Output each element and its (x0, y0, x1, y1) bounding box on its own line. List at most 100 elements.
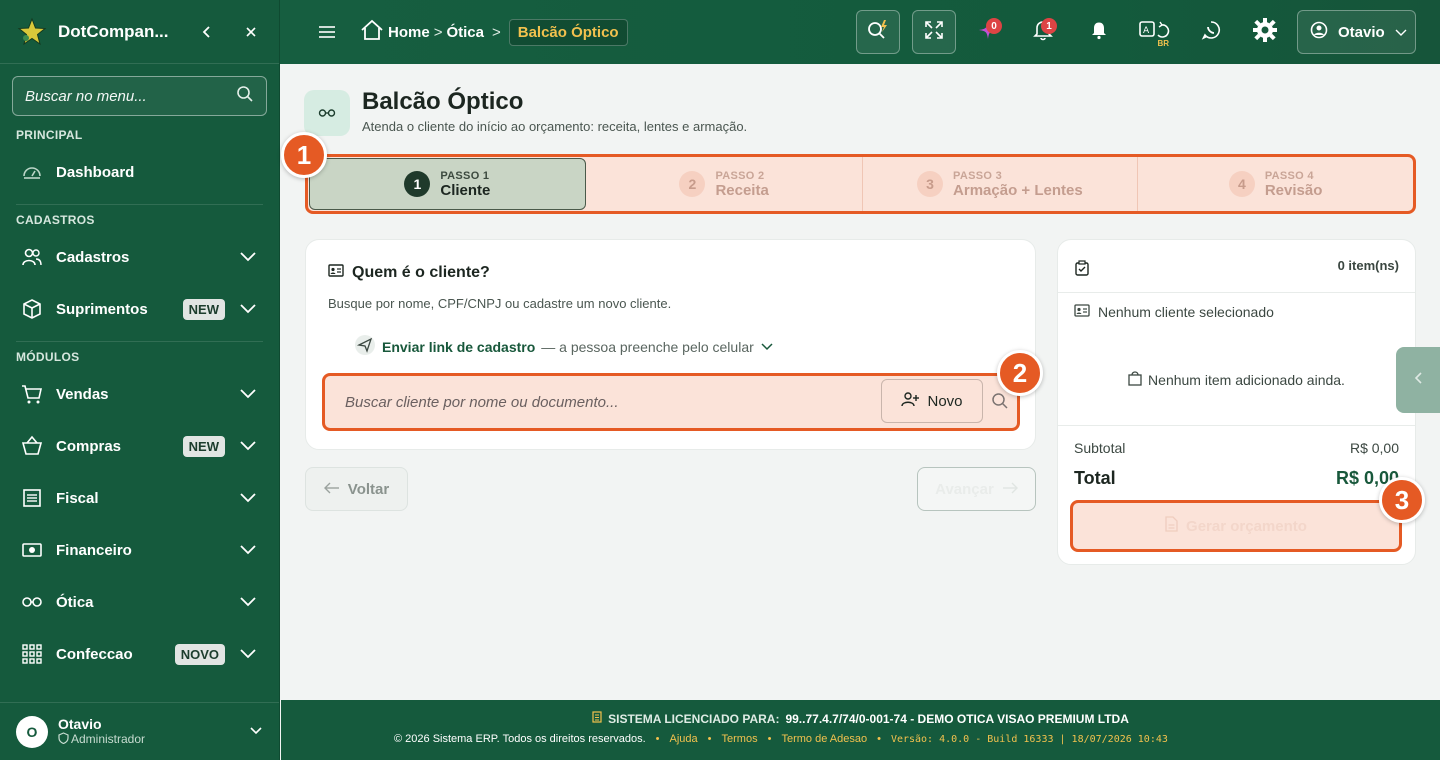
separator-dot: • (707, 733, 712, 745)
step-number: 4 (1228, 171, 1255, 197)
footer-links: © 2026 Sistema ERP. Todos os direitos re… (394, 733, 1168, 745)
annotation-marker-2: 2 (997, 350, 1043, 396)
step-armacao-lentes[interactable]: 3 PASSO 3 Armação + Lentes (863, 157, 1139, 211)
client-card-header: Quem é o cliente? (328, 264, 490, 282)
chevron-down-icon (237, 539, 259, 561)
chevron-down-icon (237, 591, 259, 613)
back-label: Voltar (347, 480, 390, 498)
step-number: 1 (404, 171, 431, 197)
send-icon (354, 334, 376, 359)
sidebar-item-dashboard[interactable]: Dashboard (0, 150, 279, 194)
quick-search-button[interactable] (856, 10, 900, 54)
chevron-down-icon (249, 723, 263, 741)
expand-icon (924, 20, 944, 45)
adhesion-terms-link[interactable]: Termo de Adesao (781, 733, 867, 745)
new-client-label: Novo (927, 392, 963, 410)
separator-dot: • (655, 733, 660, 745)
dashboard-icon (20, 160, 44, 184)
close-sidebar-button[interactable] (239, 20, 263, 44)
sidebar-item-compras[interactable]: Compras NEW (0, 424, 279, 468)
language-button[interactable]: A BR (1133, 10, 1177, 54)
breadcrumb-home[interactable]: Home (360, 19, 430, 45)
chevron-down-icon (760, 339, 774, 355)
whatsapp-button[interactable] (1189, 10, 1233, 54)
sidebar-item-vendas[interactable]: Vendas (0, 372, 279, 416)
new-client-button[interactable]: Novo (881, 379, 983, 423)
footer: SISTEMA LICENCIADO PARA: 99..77.4.7/74/0… (281, 700, 1440, 760)
sidebar: DotCompan... PRINCIPAL Dashboard CADASTR… (0, 0, 280, 760)
chevron-down-icon (237, 435, 259, 457)
step-receita[interactable]: 2 PASSO 2 Receita (587, 157, 863, 211)
step-number: 3 (917, 171, 944, 197)
step-name: Revisão (1264, 181, 1323, 199)
section-principal: PRINCIPAL (16, 128, 83, 142)
separator-dot: • (877, 733, 881, 745)
sidebar-item-label: Compras (56, 437, 122, 455)
annotation-marker-3: 3 (1379, 477, 1425, 523)
fullscreen-button[interactable] (912, 10, 956, 54)
ai-assistant-button[interactable]: 0 (966, 10, 1010, 54)
search-icon[interactable] (236, 85, 254, 108)
back-button[interactable]: Voltar (305, 467, 408, 511)
chevron-down-icon (237, 487, 259, 509)
sidebar-item-fiscal[interactable]: Fiscal (0, 476, 279, 520)
divider (16, 341, 263, 342)
breadcrumb-home-label: Home (388, 23, 430, 41)
generate-quote-button[interactable]: Gerar orçamento (1070, 500, 1402, 552)
subtotal-label: Subtotal (1074, 440, 1126, 456)
main-content: Balcão Óptico Atenda o cliente do início… (281, 64, 1440, 700)
total-label: Total (1074, 468, 1116, 488)
sidebar-item-label: Financeiro (56, 541, 132, 559)
home-icon (360, 19, 384, 45)
step-kicker: PASSO 3 (953, 169, 1003, 182)
send-registration-link[interactable]: Enviar link de cadastro — a pessoa preen… (354, 334, 774, 359)
settings-button[interactable] (1243, 10, 1287, 54)
client-card-subtitle: Busque por nome, CPF/CNPJ ou cadastre um… (328, 296, 672, 311)
chevron-down-icon (237, 383, 259, 405)
next-button[interactable]: Avançar (917, 467, 1036, 511)
chevron-left-icon (1413, 371, 1423, 390)
no-client-label: Nenhum cliente selecionado (1098, 304, 1274, 320)
sidebar-item-cadastros[interactable]: Cadastros (0, 235, 279, 279)
chevron-down-icon (1395, 24, 1407, 41)
basket-icon (20, 434, 44, 458)
separator-dot: • (767, 733, 772, 745)
step-cliente[interactable]: 1 PASSO 1 Cliente (309, 158, 586, 210)
money-icon (20, 538, 44, 562)
document-icon (1165, 516, 1178, 536)
side-panel-toggle[interactable] (1396, 347, 1440, 413)
sidebar-item-confeccao[interactable]: Confeccao NOVO (0, 632, 279, 676)
step-revisao[interactable]: 4 PASSO 4 Revisão (1138, 157, 1413, 211)
notifications-button[interactable]: 1 (1021, 10, 1065, 54)
sidebar-user[interactable]: O Otavio Administrador (0, 702, 279, 760)
step-name: Cliente (440, 181, 491, 199)
chevron-down-icon (237, 246, 259, 268)
hamburger-menu-button[interactable] (316, 20, 338, 44)
breadcrumb-current: Balcão Óptico (508, 18, 628, 46)
divider (1058, 425, 1415, 426)
divider (1058, 292, 1415, 293)
help-link[interactable]: Ajuda (670, 733, 698, 745)
menu-search-input[interactable] (25, 87, 236, 105)
sidebar-item-financeiro[interactable]: Financeiro (0, 528, 279, 572)
step-number: 2 (679, 171, 706, 197)
alerts-button[interactable] (1077, 10, 1121, 54)
sidebar-header: DotCompan... (0, 0, 279, 64)
user-menu-button[interactable]: Otavio (1297, 10, 1416, 54)
sidebar-item-otica[interactable]: Ótica (0, 580, 279, 624)
cart-icon (20, 382, 44, 406)
user-menu-label: Otavio (1338, 23, 1385, 41)
summary-card: 0 item(ns) Nenhum cliente selecionado Ne… (1057, 239, 1416, 565)
step-kicker: PASSO 2 (715, 169, 765, 182)
shopping-bag-icon (1128, 370, 1142, 389)
collapse-sidebar-button[interactable] (195, 20, 219, 44)
breadcrumb-separator: > (491, 23, 501, 41)
terms-link[interactable]: Termos (722, 733, 758, 745)
breadcrumb-otica[interactable]: Ótica (446, 24, 484, 41)
page-title: Balcão Óptico (362, 88, 524, 115)
client-search-input[interactable] (345, 391, 865, 413)
client-card: Quem é o cliente? Busque por nome, CPF/C… (305, 239, 1036, 450)
sidebar-item-suprimentos[interactable]: Suprimentos NEW (0, 287, 279, 331)
glasses-icon (304, 90, 350, 136)
client-search: Novo (322, 373, 1020, 431)
